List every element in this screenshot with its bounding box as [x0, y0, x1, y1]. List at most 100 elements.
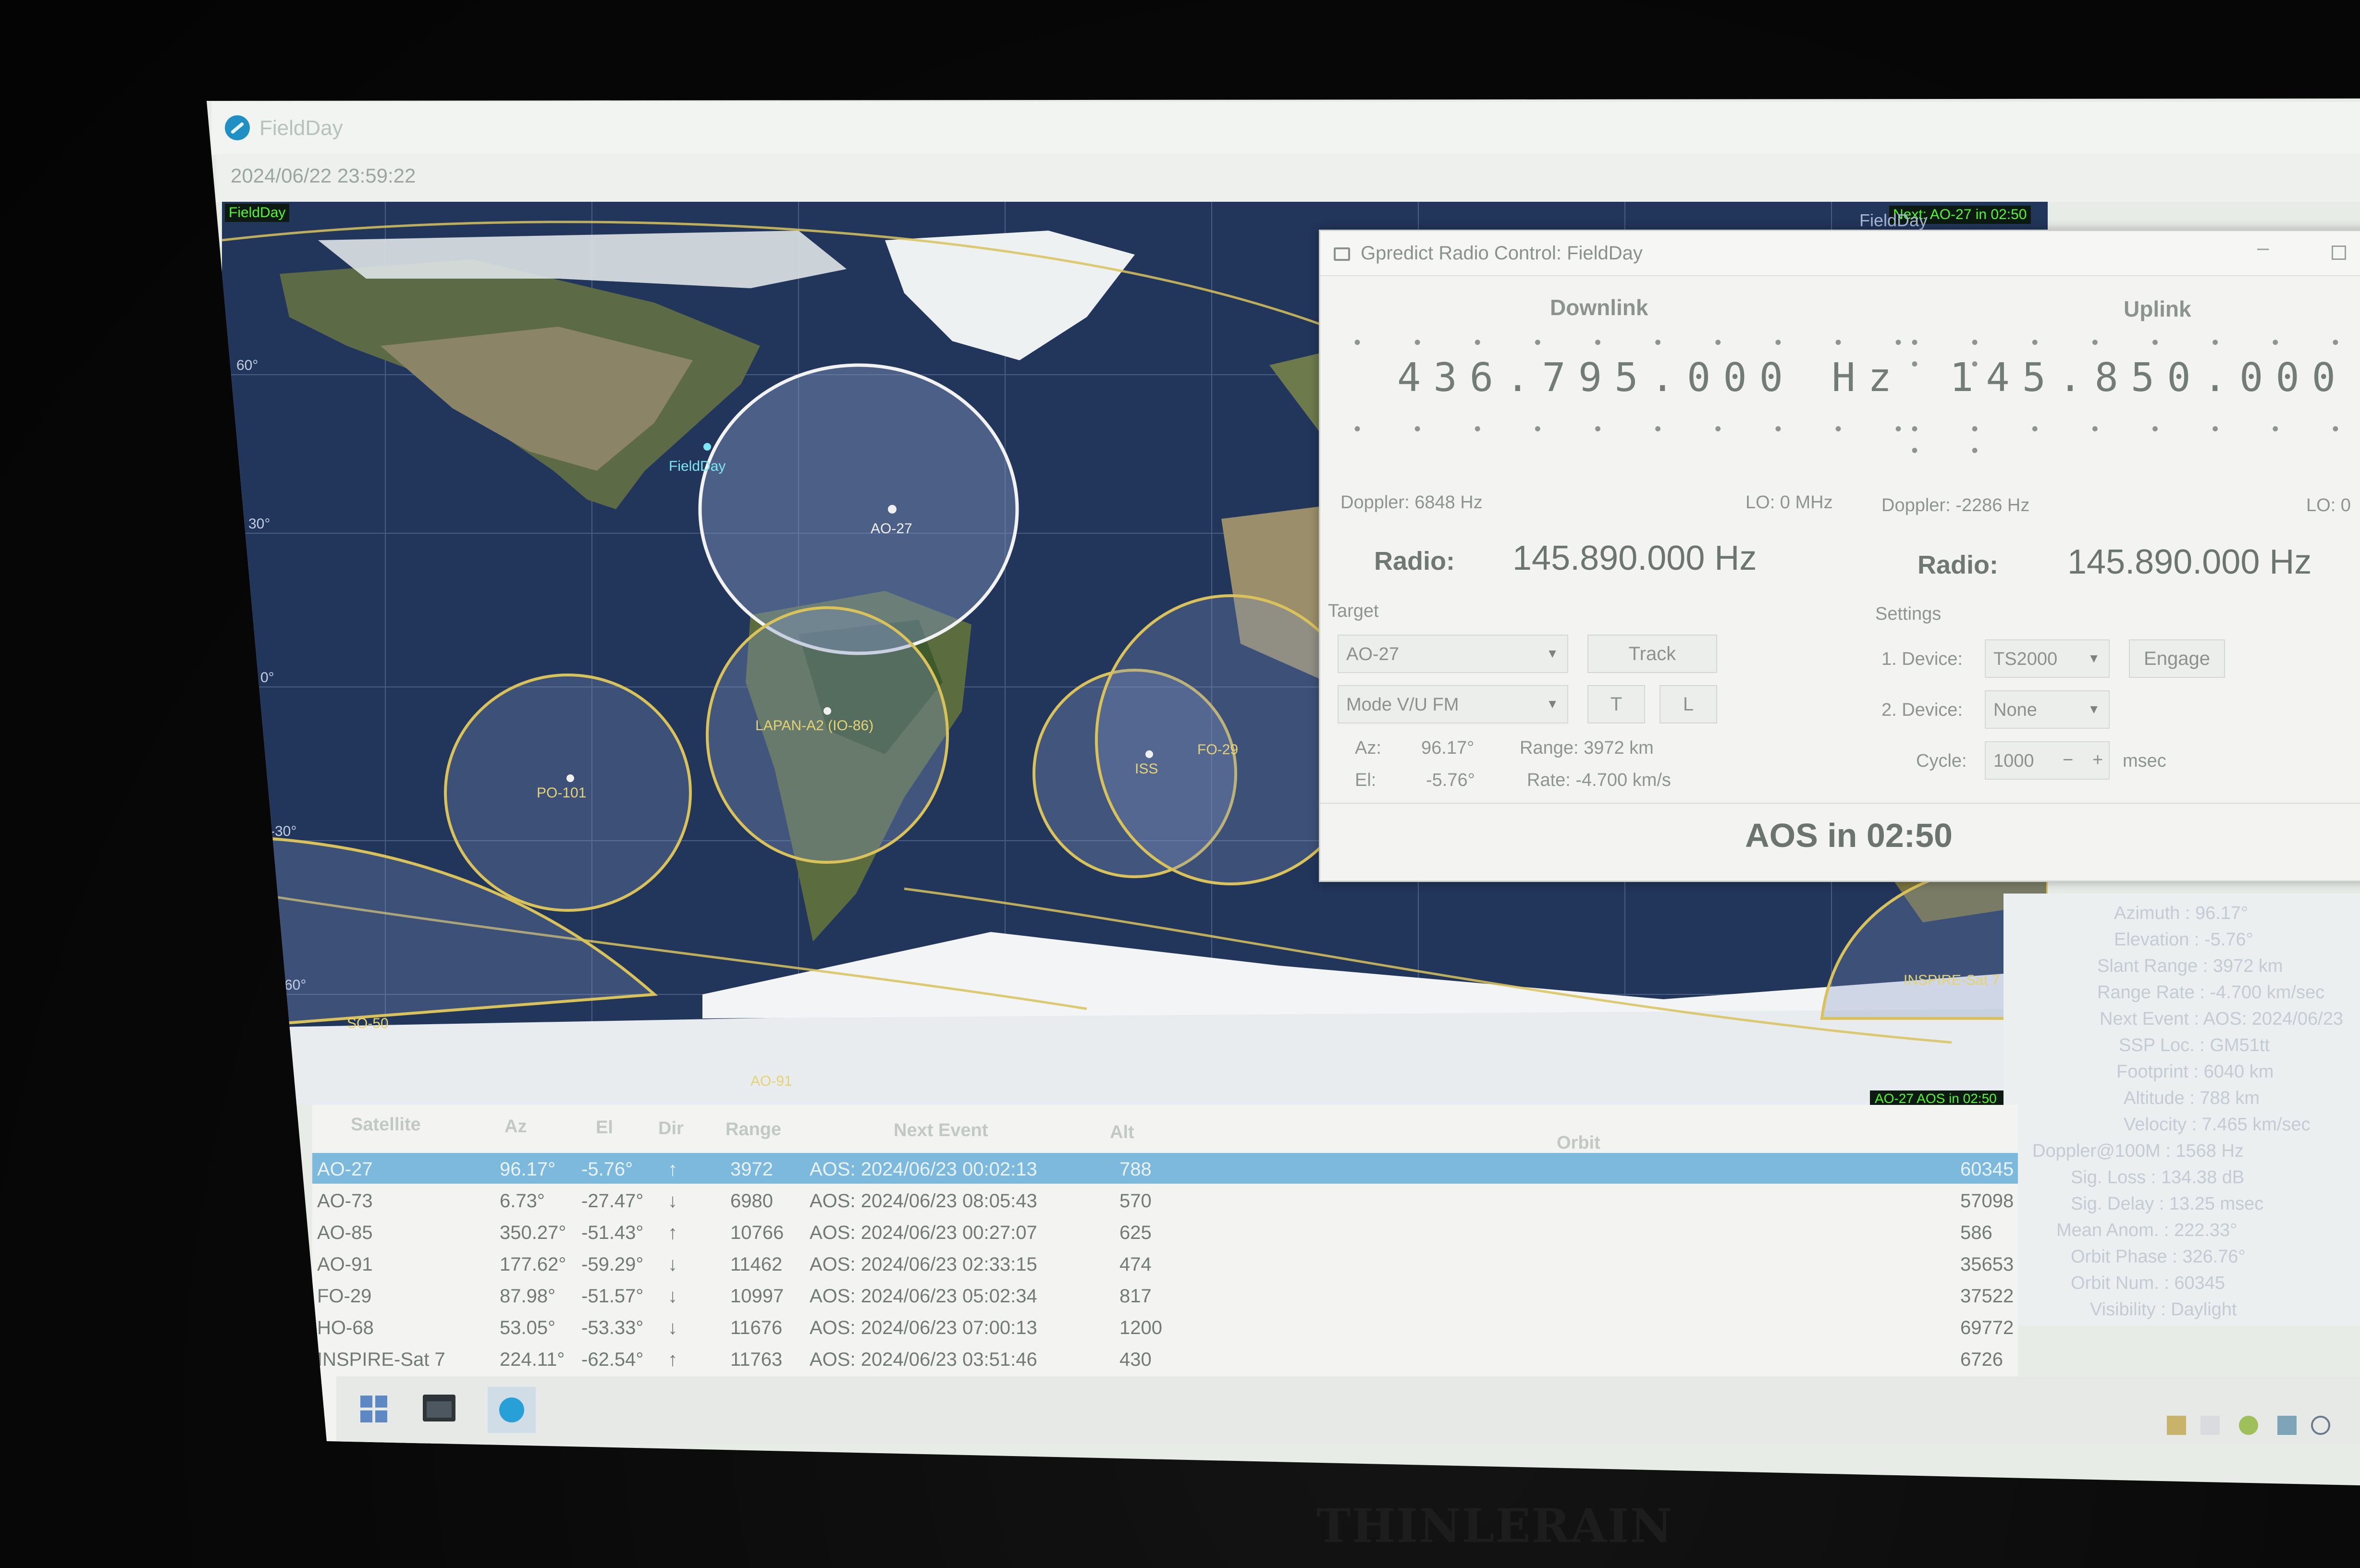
- terminal-icon[interactable]: [423, 1395, 455, 1421]
- device2-select[interactable]: None ▼: [1985, 690, 2110, 729]
- cycle-decrement-button[interactable]: −: [2063, 750, 2073, 771]
- cell-next: AOS: 2024/06/23 00:27:07: [810, 1222, 1037, 1243]
- map-label-so-50: SO-50: [347, 1016, 389, 1031]
- detail-range-rate: Range Rate : -4.700 km/sec: [2097, 982, 2325, 1003]
- cell-next: AOS: 2024/06/23 05:02:34: [810, 1286, 1037, 1307]
- col-header-alt[interactable]: Alt: [1110, 1122, 1134, 1143]
- tray-window-icon[interactable]: [2200, 1416, 2220, 1435]
- cycle-value: 1000: [1993, 751, 2034, 771]
- uplink-frequency[interactable]: 145.850.000: [1950, 355, 2348, 401]
- detail-elevation: Elevation : -5.76°: [2114, 930, 2253, 950]
- target-satellite-select[interactable]: AO-27 ▼: [1338, 635, 1568, 673]
- detail-visibility: Visibility : Daylight: [2090, 1299, 2237, 1320]
- cell-sat: AO-91: [317, 1254, 373, 1275]
- cell-el: -62.54°: [581, 1349, 644, 1370]
- screen: FieldDay 2024/06/22 23:59:22 60° 30° 0° …: [207, 98, 2360, 1485]
- cell-dir: ↓: [668, 1317, 677, 1338]
- dialog-titlebar[interactable]: Gpredict Radio Control: FieldDay –: [1320, 231, 2360, 276]
- el-label: El:: [1355, 770, 1377, 790]
- cell-orbit: 37522: [1960, 1286, 2014, 1307]
- col-header-orbit[interactable]: Orbit: [1557, 1133, 1600, 1153]
- map-label-lapan-a2: LAPAN-A2 (IO-86): [755, 718, 873, 734]
- device2-value: None: [1993, 700, 2037, 720]
- cell-el: -59.29°: [581, 1254, 644, 1275]
- tray-pen-icon[interactable]: [2239, 1416, 2258, 1435]
- table-row[interactable]: AO-91 177.62° -59.29° ↓ 11462 AOS: 2024/06/23…: [312, 1248, 2018, 1279]
- qth-tag: FieldDay: [225, 204, 290, 222]
- cell-range: 6980: [730, 1190, 773, 1212]
- cell-az: 53.05°: [500, 1317, 556, 1338]
- cell-az: 177.62°: [500, 1254, 566, 1275]
- lat-label-60: 60°: [236, 357, 258, 373]
- cell-alt: 570: [1119, 1190, 1152, 1212]
- t-button[interactable]: T: [1587, 685, 1645, 723]
- footprint-ao-27[interactable]: [698, 363, 1019, 655]
- time-bar: 2024/06/22 23:59:22: [216, 154, 2360, 202]
- table-row[interactable]: AO-85 350.27° -51.43° ↑ 10766 AOS: 2024/06/23…: [312, 1216, 2018, 1247]
- table-row[interactable]: INSPIRE-Sat 7 224.11° -62.54° ↑ 11763 AOS: 20…: [312, 1343, 2018, 1374]
- uplink-tune-down-marks[interactable]: • • • • • • • • • •: [1911, 418, 2360, 462]
- cell-el: -5.76°: [581, 1159, 633, 1180]
- cell-alt: 430: [1119, 1349, 1152, 1370]
- map-label-ao-91: AO-91: [750, 1073, 792, 1089]
- window-title: FieldDay: [259, 116, 343, 140]
- cycle-increment-button[interactable]: +: [2092, 750, 2103, 771]
- detail-ssp-loc: SSP Loc. : GM51tt: [2119, 1035, 2270, 1055]
- radio-control-dialog[interactable]: Gpredict Radio Control: FieldDay – Downl…: [1319, 230, 2360, 882]
- cell-orbit: 69772: [1960, 1317, 2014, 1338]
- track-button[interactable]: Track: [1587, 635, 1717, 673]
- downlink-heading: Downlink: [1550, 295, 1648, 320]
- mode-select[interactable]: Mode V/U FM ▼: [1338, 685, 1568, 723]
- cycle-unit: msec: [2123, 751, 2166, 771]
- table-row[interactable]: AO-73 6.73° -27.47° ↓ 6980 AOS: 2024/06/23 08…: [312, 1185, 2018, 1215]
- aos-countdown: AOS in 02:50: [1320, 803, 2360, 870]
- tray-shield-icon[interactable]: [2277, 1416, 2297, 1435]
- downlink-frequency[interactable]: 436.795.000 Hz: [1397, 355, 1904, 401]
- device1-select[interactable]: TS2000 ▼: [1985, 639, 2110, 678]
- lat-label-30: 30°: [248, 516, 270, 532]
- az-label: Az:: [1355, 738, 1381, 758]
- cell-alt: 474: [1119, 1254, 1152, 1275]
- downlink-tune-up-marks[interactable]: • • • • • • • • • •: [1354, 332, 1926, 354]
- globe-icon[interactable]: [2311, 1416, 2330, 1435]
- table-row[interactable]: HO-68 53.05° -53.33° ↓ 11676 AOS: 2024/06/23 …: [312, 1311, 2018, 1342]
- target-satellite-value: AO-27: [1346, 644, 1399, 664]
- cell-el: -53.33°: [581, 1317, 644, 1338]
- cell-sat: FO-29: [317, 1286, 372, 1307]
- satellite-details-panel: Azimuth : 96.17° Elevation : -5.76° Slan…: [2004, 894, 2360, 1326]
- table-row[interactable]: AO-27 96.17° -5.76° ↑ 3972 AOS: 2024/06/23 00…: [312, 1153, 2018, 1184]
- tray-app-icon[interactable]: [2167, 1416, 2186, 1435]
- engage-button[interactable]: Engage: [2129, 639, 2225, 678]
- cell-alt: 625: [1119, 1222, 1152, 1243]
- col-header-range[interactable]: Range: [725, 1119, 781, 1140]
- uplink-heading: Uplink: [2124, 296, 2191, 321]
- range-readout: Range: 3972 km: [1520, 738, 1654, 758]
- monitor-brand-logo: THINLERAIN: [1316, 1499, 1673, 1553]
- gpredict-taskbar-icon[interactable]: [488, 1387, 536, 1433]
- col-header-next-event[interactable]: Next Event: [894, 1120, 988, 1141]
- cell-next: AOS: 2024/06/23 02:33:15: [810, 1254, 1037, 1275]
- cell-az: 6.73°: [500, 1190, 545, 1212]
- downlink-radio-label: Radio:: [1374, 547, 1455, 576]
- cell-sat: HO-68: [317, 1317, 374, 1338]
- rate-readout: Rate: -4.700 km/s: [1527, 770, 1671, 790]
- window-titlebar[interactable]: FieldDay: [211, 102, 2360, 155]
- cell-next: AOS: 2024/06/23 07:00:13: [810, 1317, 1037, 1338]
- col-header-satellite[interactable]: Satellite: [351, 1115, 421, 1135]
- downlink-tune-down-marks[interactable]: • • • • • • • • • •: [1354, 418, 1926, 440]
- detail-orbit-phase: Orbit Phase : 326.76°: [2071, 1247, 2246, 1267]
- detail-sig-loss: Sig. Loss : 134.38 dB: [2071, 1167, 2245, 1188]
- footprint-lapan-a2[interactable]: [706, 606, 949, 864]
- col-header-el[interactable]: El: [596, 1117, 613, 1138]
- minimize-icon[interactable]: –: [2257, 236, 2269, 260]
- cycle-spinbox[interactable]: 1000 − +: [1985, 741, 2110, 780]
- module-tab-fieldday[interactable]: FieldDay: [1859, 210, 1928, 231]
- col-header-dir[interactable]: Dir: [658, 1118, 684, 1139]
- cycle-label: Cycle:: [1916, 751, 1967, 771]
- table-row[interactable]: FO-29 87.98° -51.57° ↓ 10997 AOS: 2024/06/23 …: [312, 1280, 2018, 1311]
- maximize-icon[interactable]: [2332, 245, 2346, 260]
- taskbar: [336, 1376, 2360, 1444]
- windows-start-icon[interactable]: [360, 1396, 387, 1422]
- col-header-az[interactable]: Az: [504, 1116, 527, 1137]
- l-button[interactable]: L: [1659, 685, 1717, 723]
